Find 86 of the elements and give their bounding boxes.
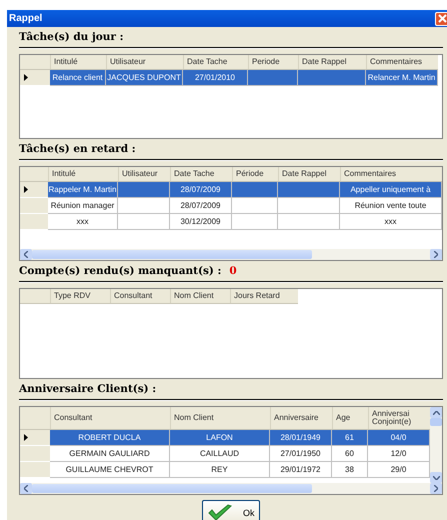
chevron-left-icon — [24, 251, 28, 258]
horizontal-scrollbar[interactable] — [20, 483, 442, 494]
table-cell: Relancer M. Martin — [366, 70, 438, 86]
table-cell: 61 — [332, 430, 368, 446]
table-cell: GERMAIN GAULIARD — [50, 446, 170, 462]
scrollbar-thumb[interactable] — [32, 250, 312, 259]
column-header[interactable]: Consultant — [110, 289, 170, 303]
table-cell: JACQUES DUPONT — [106, 70, 183, 86]
vertical-scrollbar[interactable] — [430, 407, 442, 483]
table-cell: 28/07/2009 — [170, 198, 232, 214]
table-cell — [278, 198, 340, 214]
column-header[interactable]: Jours Retard — [230, 289, 298, 303]
table-cell: Réunion manager — [48, 198, 118, 214]
column-header[interactable]: Période — [232, 167, 278, 181]
table-cell: xxx — [48, 214, 118, 230]
close-icon — [438, 14, 447, 23]
row-header[interactable] — [20, 70, 50, 86]
section-heading: Tâche(s) du jour : — [19, 31, 124, 43]
chevron-down-icon — [432, 476, 440, 480]
table-cell: Relance client — [50, 70, 106, 86]
table-cell: 29/01/1972 — [270, 462, 332, 478]
table-cell: 27/01/1950 — [270, 446, 332, 462]
column-header[interactable]: Intitulé — [50, 55, 106, 69]
table-cell: LAFON — [170, 430, 270, 446]
section-heading: Compte(s) rendu(s) manquant(s) : — [19, 265, 222, 277]
scrollbar-thumb[interactable] — [430, 418, 442, 426]
table-cell: CAILLAUD — [170, 446, 270, 462]
table-cell: 28/07/2009 — [170, 182, 232, 198]
column-header[interactable]: Nom Client — [170, 289, 230, 303]
section-heading: Anniversaire Client(s) : — [19, 383, 156, 395]
row-header[interactable] — [20, 182, 48, 198]
table-cell: 60 — [332, 446, 368, 462]
column-header[interactable]: Intitulé — [48, 167, 118, 181]
table-cell: 38 — [332, 462, 368, 478]
table-cell: 28/01/1949 — [270, 430, 332, 446]
column-header[interactable]: Date Tache — [183, 55, 248, 69]
row-header[interactable] — [20, 430, 50, 446]
column-header[interactable]: Age — [332, 407, 368, 429]
scroll-down-button[interactable] — [430, 472, 442, 483]
table-cell — [232, 214, 278, 230]
table-cell: REY — [170, 462, 270, 478]
table-cell: 27/01/2010 — [183, 70, 248, 86]
table-cell: GUILLAUME CHEVROT — [50, 462, 170, 478]
column-header[interactable]: Date Rappel — [278, 167, 340, 181]
chevron-right-icon — [434, 251, 438, 258]
scroll-up-button[interactable] — [430, 407, 442, 418]
section-heading: Tâche(s) en retard : — [19, 143, 136, 155]
table-cell — [232, 198, 278, 214]
horizontal-scrollbar[interactable] — [20, 249, 442, 260]
scroll-left-button[interactable] — [20, 249, 32, 260]
window-title: Rappel — [8, 13, 42, 24]
scroll-right-button[interactable] — [430, 249, 442, 260]
column-header[interactable]: Date Rappel — [298, 55, 366, 69]
table-cell — [118, 214, 170, 230]
chevron-left-icon — [24, 485, 28, 492]
column-header[interactable]: Utilisateur — [106, 55, 183, 69]
checkmark-icon — [207, 504, 233, 520]
scrollbar-thumb[interactable] — [32, 484, 312, 493]
missing-count: 0 — [229, 265, 237, 277]
table-cell — [118, 198, 170, 214]
column-header[interactable]: Commentaires — [366, 55, 438, 69]
column-header[interactable]: Utilisateur — [118, 167, 170, 181]
current-row-icon — [24, 434, 28, 441]
column-header[interactable]: Consultant — [50, 407, 170, 429]
column-header[interactable]: Date Tache — [170, 167, 232, 181]
column-header[interactable]: Periode — [248, 55, 298, 69]
table-cell — [278, 214, 340, 230]
column-header[interactable]: Type RDV — [50, 289, 110, 303]
column-header[interactable]: Commentaires — [340, 167, 442, 181]
chevron-right-icon — [434, 485, 438, 492]
table-cell: xxx — [340, 214, 442, 230]
column-header[interactable]: Anniversaire — [270, 407, 332, 429]
current-row-icon — [24, 74, 28, 81]
table-cell: Réunion vente toute — [340, 198, 442, 214]
chevron-up-icon — [432, 410, 440, 414]
table-cell: ROBERT DUCLA — [50, 430, 170, 446]
close-button[interactable] — [435, 12, 447, 26]
current-row-icon — [24, 186, 28, 193]
table-cell: 30/12/2009 — [170, 214, 232, 230]
scroll-right-button[interactable] — [430, 483, 442, 494]
column-header[interactable]: Nom Client — [170, 407, 270, 429]
table-cell: Rappeler M. Martin — [48, 182, 118, 198]
ok-button[interactable]: Ok — [202, 500, 260, 520]
table-cell: Appeller uniquement à — [340, 182, 442, 198]
table-cell: 04/0 — [368, 430, 430, 446]
scroll-left-button[interactable] — [20, 483, 32, 494]
